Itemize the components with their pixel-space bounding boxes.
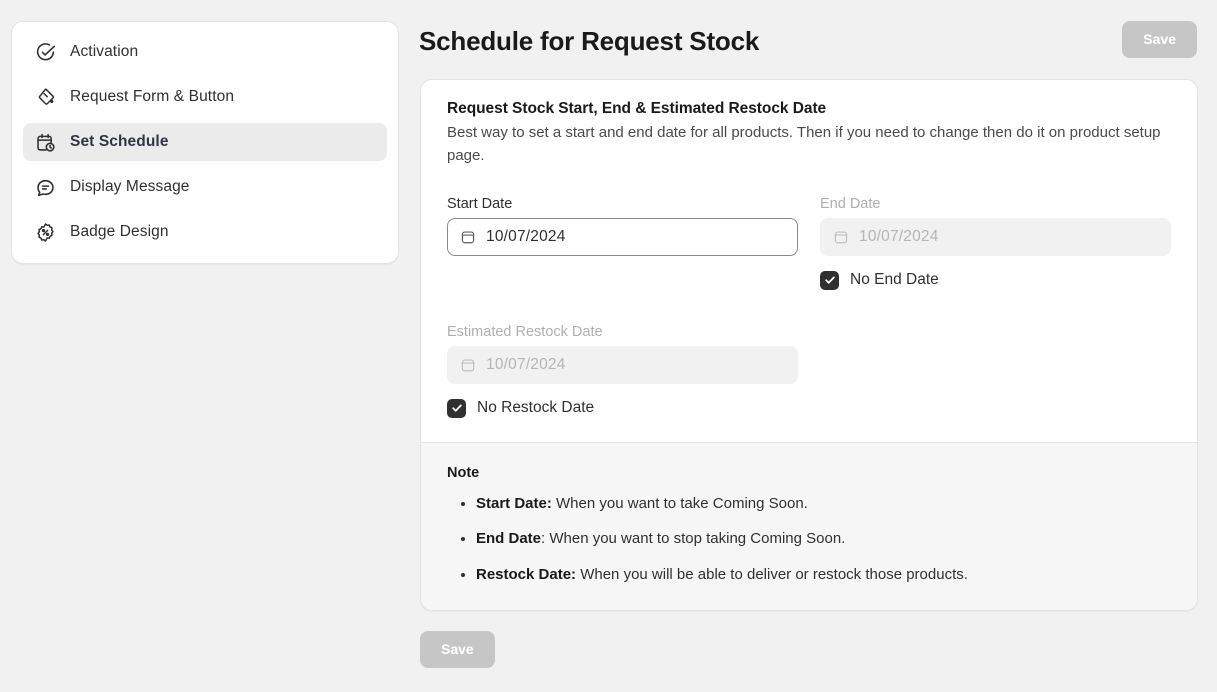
end-date-input: 10/07/2024	[820, 217, 1171, 256]
main-content: Schedule for Request Stock Save Request …	[419, 0, 1217, 692]
calendar-clock-icon	[35, 132, 56, 153]
calendar-icon	[460, 229, 476, 245]
end-date-label: End Date	[820, 195, 881, 212]
no-restock-date-label: No Restock Date	[477, 399, 595, 416]
date-fields-row-2: Estimated Restock Date 10/07/2024 No Res…	[447, 324, 1171, 418]
start-date-input[interactable]: 10/07/2024	[447, 217, 798, 256]
note-text: When you want to take Coming Soon.	[551, 494, 808, 512]
save-button-top[interactable]: Save	[1122, 21, 1197, 58]
restock-date-input: 10/07/2024	[447, 345, 798, 384]
sidebar-item-label: Display Message	[70, 178, 190, 195]
note-list: Start Date: When you want to take Coming…	[447, 493, 1171, 586]
note-text: : When you want to stop taking Coming So…	[541, 530, 846, 548]
no-end-date-row: No End Date	[820, 270, 1171, 290]
note-text: When you will be able to deliver or rest…	[576, 566, 968, 583]
sidebar-item-badge-design[interactable]: Badge Design	[23, 213, 387, 251]
calendar-icon	[833, 229, 849, 245]
sidebar-item-label: Request Form & Button	[70, 88, 235, 105]
no-end-date-checkbox[interactable]	[820, 270, 839, 290]
check-circle-icon	[35, 42, 56, 63]
restock-date-value: 10/07/2024	[486, 355, 566, 373]
start-date-value: 10/07/2024	[486, 227, 566, 245]
no-restock-date-row: No Restock Date	[447, 398, 798, 418]
schedule-card-body: Request Stock Start, End & Estimated Res…	[421, 80, 1197, 442]
note-panel: Note Start Date: When you want to take C…	[421, 441, 1197, 610]
end-date-field-group: End Date 10/07/2024 No End Date	[820, 196, 1171, 290]
sidebar-item-label: Activation	[70, 43, 139, 60]
note-list-item: Restock Date: When you will be able to d…	[476, 564, 1171, 586]
save-button-bottom[interactable]: Save	[420, 630, 495, 668]
schedule-card: Request Stock Start, End & Estimated Res…	[420, 79, 1198, 611]
page-header: Schedule for Request Stock Save	[419, 0, 1217, 79]
note-term: Restock Date:	[476, 566, 577, 583]
note-title: Note	[447, 464, 480, 481]
card-description: Best way to set a start and end date for…	[447, 124, 1161, 165]
calendar-icon	[460, 357, 476, 373]
date-fields-row-1: Start Date 10/07/2024 End Date 10/07/202…	[447, 196, 1171, 290]
sidebar-item-activation[interactable]: Activation	[23, 33, 387, 71]
chat-message-icon	[35, 177, 56, 198]
note-term: Start Date:	[476, 494, 552, 512]
restock-date-label: Estimated Restock Date	[447, 323, 603, 340]
note-list-item: Start Date: When you want to take Coming…	[476, 493, 1171, 515]
badge-percent-icon	[35, 222, 56, 243]
paint-bucket-icon	[35, 87, 56, 108]
note-term: End Date	[476, 530, 542, 548]
page-title: Schedule for Request Stock	[419, 25, 760, 56]
sidebar-item-label: Badge Design	[70, 223, 169, 240]
no-end-date-label: No End Date	[850, 271, 939, 288]
sidebar-item-label: Set Schedule	[70, 133, 169, 150]
no-restock-date-checkbox[interactable]	[447, 398, 466, 418]
start-date-label: Start Date	[447, 195, 513, 212]
end-date-value: 10/07/2024	[859, 227, 939, 245]
settings-sidebar: Activation Request Form & Button Set Sch…	[11, 21, 399, 264]
app-root: Activation Request Form & Button Set Sch…	[0, 0, 1217, 692]
sidebar-item-request-form-button[interactable]: Request Form & Button	[23, 78, 387, 116]
note-list-item: End Date: When you want to stop taking C…	[476, 528, 1171, 550]
start-date-field-group: Start Date 10/07/2024	[447, 196, 798, 290]
sidebar-item-set-schedule[interactable]: Set Schedule	[23, 123, 387, 161]
restock-date-field-group: Estimated Restock Date 10/07/2024 No Res…	[447, 324, 798, 418]
sidebar-item-display-message[interactable]: Display Message	[23, 168, 387, 206]
footer-actions: Save	[420, 630, 1217, 668]
spacer-column	[820, 324, 1171, 418]
card-title: Request Stock Start, End & Estimated Res…	[447, 100, 827, 117]
